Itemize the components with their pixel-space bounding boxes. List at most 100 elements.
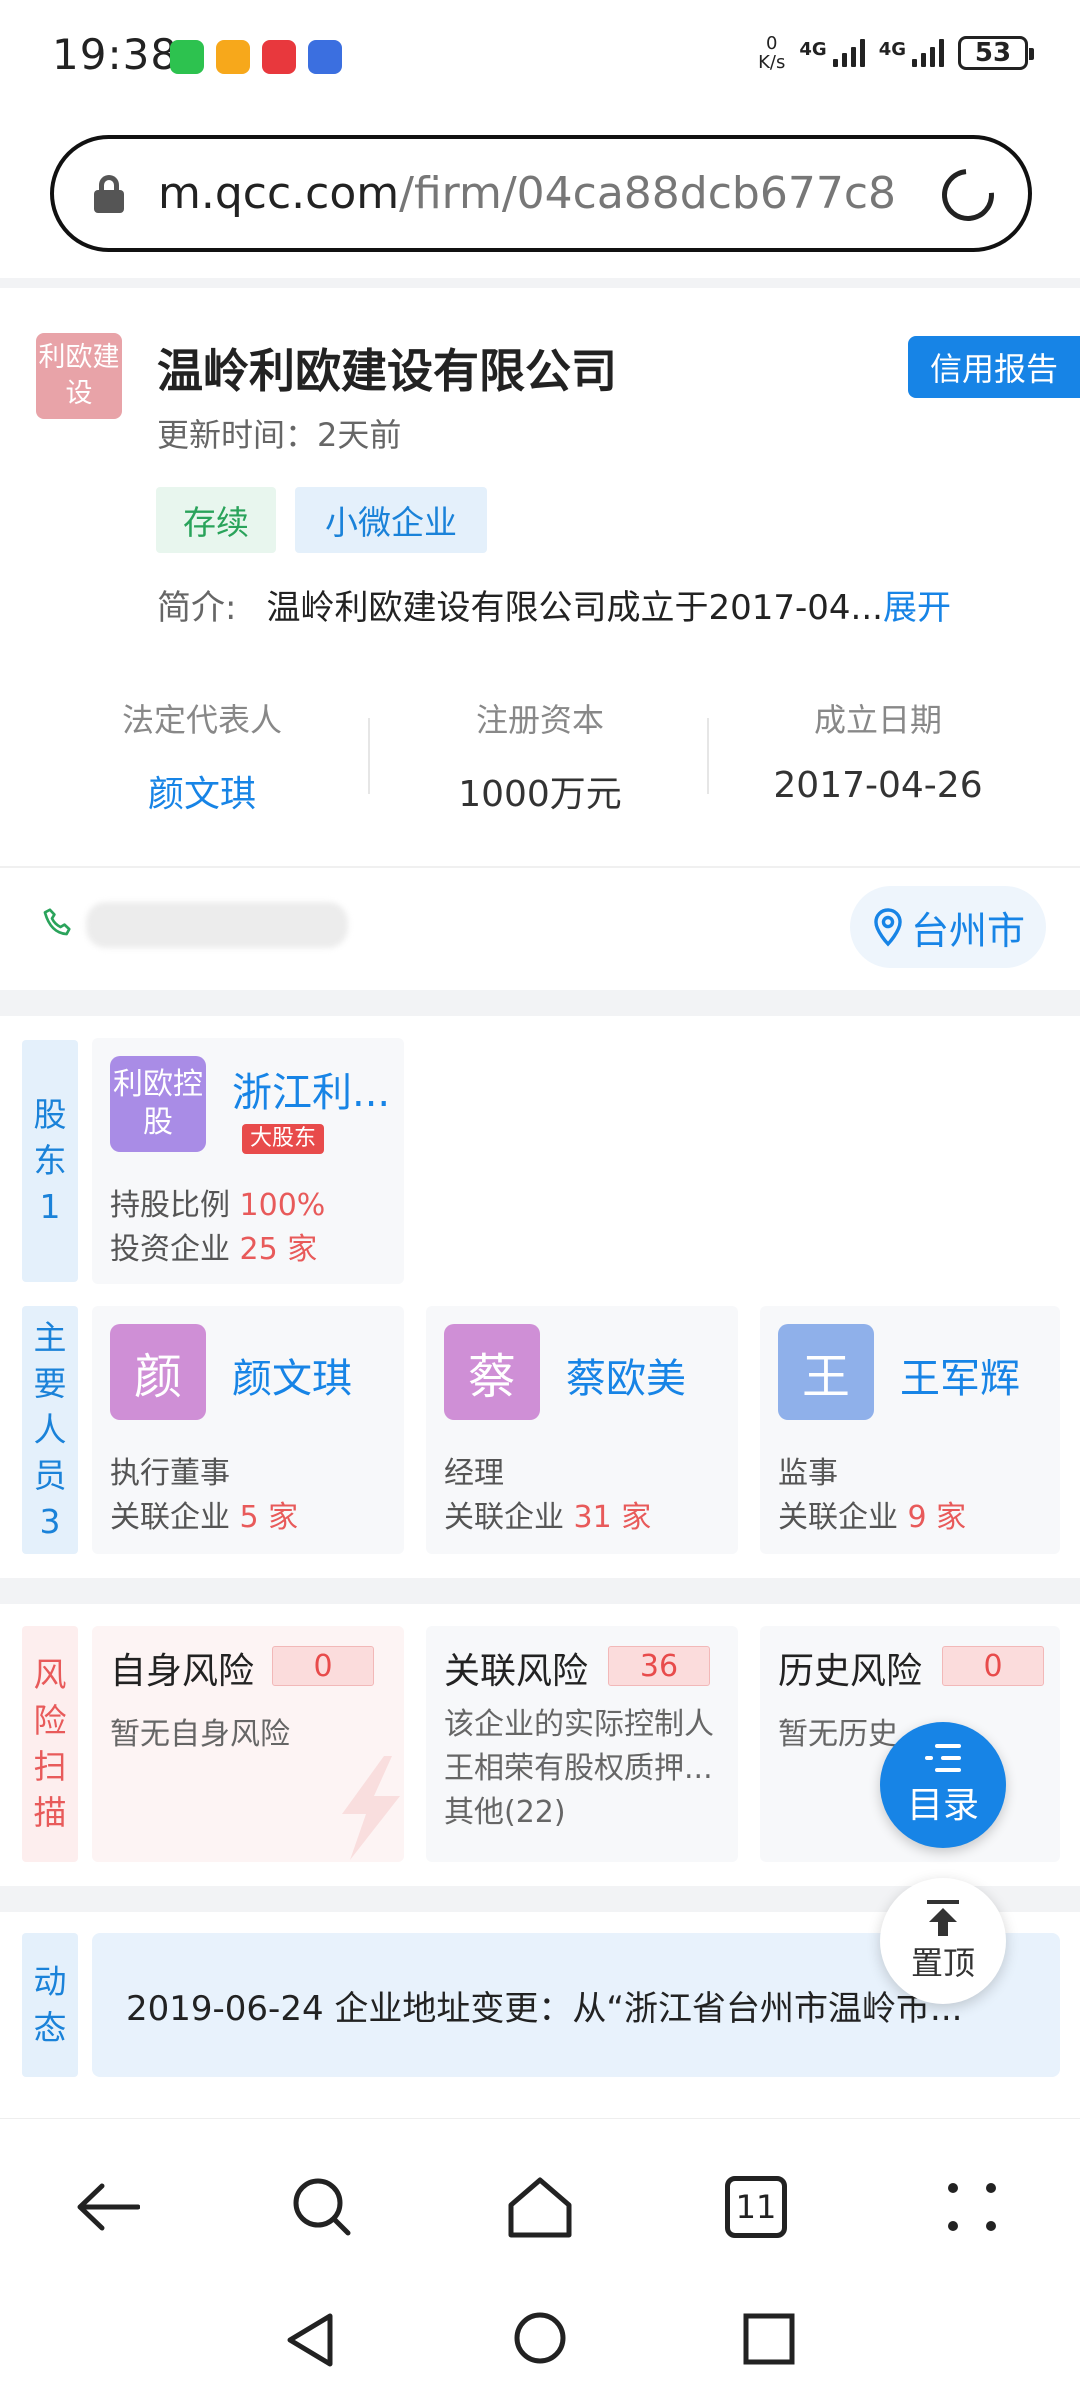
- back-to-top-button[interactable]: 置顶: [880, 1878, 1006, 2004]
- url-path: /firm/04ca88dcb677c87: [399, 168, 898, 219]
- section-divider: [0, 278, 1080, 288]
- risk-desc: 该企业的实际控制人: [444, 1707, 714, 1742]
- shareholder-card[interactable]: 利欧控股 浙江利... 大股东 持股比例 100% 投资企业 25 家: [92, 1038, 404, 1284]
- more-dots-icon: [948, 2183, 996, 2231]
- system-recents-icon[interactable]: [742, 2312, 796, 2366]
- app-notification-icon: [308, 40, 342, 74]
- arrow-left-icon: [77, 2183, 140, 2231]
- expand-link[interactable]: 展开: [883, 588, 951, 628]
- personnel-label[interactable]: 主要人员3: [22, 1306, 78, 1554]
- founded-label: 成立日期: [813, 701, 942, 739]
- menu-button[interactable]: [936, 2171, 1008, 2243]
- credit-report-button[interactable]: 信用报告: [908, 336, 1080, 398]
- risk-desc: 暂无自身风险: [110, 1717, 290, 1752]
- back-button[interactable]: [72, 2171, 144, 2243]
- related-label: 关联企业: [110, 1500, 230, 1535]
- scale-tag: 小微企业: [295, 487, 487, 553]
- risk-desc: 暂无历史: [778, 1717, 898, 1752]
- network-type: 4G: [878, 39, 906, 60]
- capital-label: 注册资本: [475, 701, 604, 739]
- home-button[interactable]: [504, 2171, 576, 2243]
- person-card[interactable]: 蔡 蔡欧美 经理 关联企业 31 家: [426, 1306, 738, 1554]
- shareholding-ratio: 持股比例 100%: [110, 1180, 325, 1224]
- person-name[interactable]: 颜文琪: [232, 1346, 352, 1404]
- system-home-icon[interactable]: [512, 2310, 568, 2366]
- risk-desc: 王相荣有股权质押...: [444, 1751, 713, 1786]
- invest-value: 25 家: [239, 1232, 318, 1267]
- person-name[interactable]: 王军辉: [900, 1346, 1020, 1404]
- wechat-icon: [170, 40, 204, 74]
- side-label-text: 动态: [33, 1962, 67, 2047]
- risk-title: 历史风险: [778, 1651, 923, 1692]
- ratio-label: 持股比例: [110, 1188, 230, 1223]
- phone-number-masked: [86, 902, 348, 948]
- shareholder-name[interactable]: 浙江利...: [232, 1060, 390, 1118]
- related-companies: 关联企业 9 家: [778, 1492, 966, 1536]
- update-time: 更新时间：2天前: [157, 416, 402, 454]
- network-type: 4G: [799, 39, 827, 60]
- location-text: 台州市: [910, 908, 1025, 953]
- intro-text: 温岭利欧建设有限公司成立于2017-04...: [266, 588, 883, 628]
- company-name: 温岭利欧建设有限公司: [157, 344, 617, 398]
- risk-count-badge: 0: [942, 1646, 1044, 1686]
- system-navigation-bar: [0, 2288, 1080, 2400]
- status-bar: 19:38 0 K/s 4G 4G 53: [0, 0, 1080, 115]
- speed-unit: K/s: [758, 52, 786, 73]
- reload-icon[interactable]: [931, 158, 1005, 232]
- person-role: 执行董事: [110, 1456, 230, 1491]
- section-divider: [0, 1578, 1080, 1604]
- legal-rep: 法定代表人 颜文琪: [32, 695, 372, 817]
- person-card[interactable]: 颜 颜文琪 执行董事 关联企业 5 家: [92, 1306, 404, 1554]
- top-label: 置顶: [910, 1944, 975, 1982]
- tabs-count-icon: 11: [725, 2176, 787, 2238]
- person-name[interactable]: 蔡欧美: [566, 1346, 686, 1404]
- app-notification-icon: [262, 40, 296, 74]
- person-card[interactable]: 王 王军辉 监事 关联企业 9 家: [760, 1306, 1060, 1554]
- legal-rep-link[interactable]: 颜文琪: [32, 765, 372, 817]
- shareholders-label[interactable]: 股东1: [22, 1040, 78, 1282]
- status-tag: 存续: [156, 487, 276, 553]
- lightning-icon: [342, 1756, 400, 1860]
- location-button[interactable]: 台州市: [850, 886, 1046, 968]
- table-of-contents-button[interactable]: 目录: [880, 1722, 1006, 1848]
- url-text[interactable]: m.qcc.com/firm/04ca88dcb677c87: [158, 168, 898, 219]
- tabs-button[interactable]: 11: [720, 2171, 792, 2243]
- person-role: 监事: [778, 1456, 838, 1491]
- search-button[interactable]: [286, 2171, 358, 2243]
- section-divider: [0, 990, 1080, 1016]
- legal-rep-label: 法定代表人: [121, 701, 282, 739]
- phone-icon[interactable]: [40, 905, 76, 943]
- lock-icon: [94, 174, 124, 213]
- system-back-icon[interactable]: [282, 2310, 336, 2370]
- location-pin-icon: [874, 908, 902, 947]
- ratio-value: 100%: [239, 1188, 326, 1223]
- risk-card-self[interactable]: 自身风险 0 暂无自身风险: [92, 1626, 404, 1862]
- battery-icon: 53: [958, 36, 1034, 70]
- list-icon: [925, 1744, 961, 1772]
- risk-card-related[interactable]: 关联风险 36 该企业的实际控制人 王相荣有股权质押... 其他(22): [426, 1626, 738, 1862]
- risk-desc: 其他(22): [444, 1795, 566, 1830]
- person-avatar: 颜: [110, 1324, 206, 1420]
- address-bar[interactable]: m.qcc.com/firm/04ca88dcb677c87: [50, 135, 1032, 252]
- risk-count-badge: 0: [272, 1646, 374, 1686]
- search-icon: [293, 2178, 351, 2236]
- company-logo: 利欧建设: [36, 333, 122, 419]
- invest-label: 投资企业: [110, 1232, 230, 1267]
- related-value: 9 家: [907, 1500, 967, 1535]
- related-companies: 关联企业 31 家: [444, 1492, 651, 1536]
- shareholder-avatar: 利欧控股: [110, 1056, 206, 1152]
- related-companies: 关联企业 5 家: [110, 1492, 298, 1536]
- related-value: 5 家: [239, 1500, 299, 1535]
- founded-value: 2017-04-26: [773, 765, 983, 806]
- related-label: 关联企业: [444, 1500, 564, 1535]
- founded-date: 成立日期 2017-04-26: [708, 695, 1048, 806]
- risk-scan-label[interactable]: 风险扫描: [22, 1626, 78, 1862]
- clock: 19:38: [52, 30, 179, 79]
- side-label-text: 主要人员3: [33, 1318, 67, 1541]
- risk-title: 关联风险: [444, 1651, 589, 1692]
- arrow-up-icon: [927, 1900, 959, 1936]
- related-label: 关联企业: [778, 1500, 898, 1535]
- news-label[interactable]: 动态: [22, 1933, 78, 2077]
- person-avatar: 王: [778, 1324, 874, 1420]
- major-shareholder-badge: 大股东: [242, 1124, 325, 1154]
